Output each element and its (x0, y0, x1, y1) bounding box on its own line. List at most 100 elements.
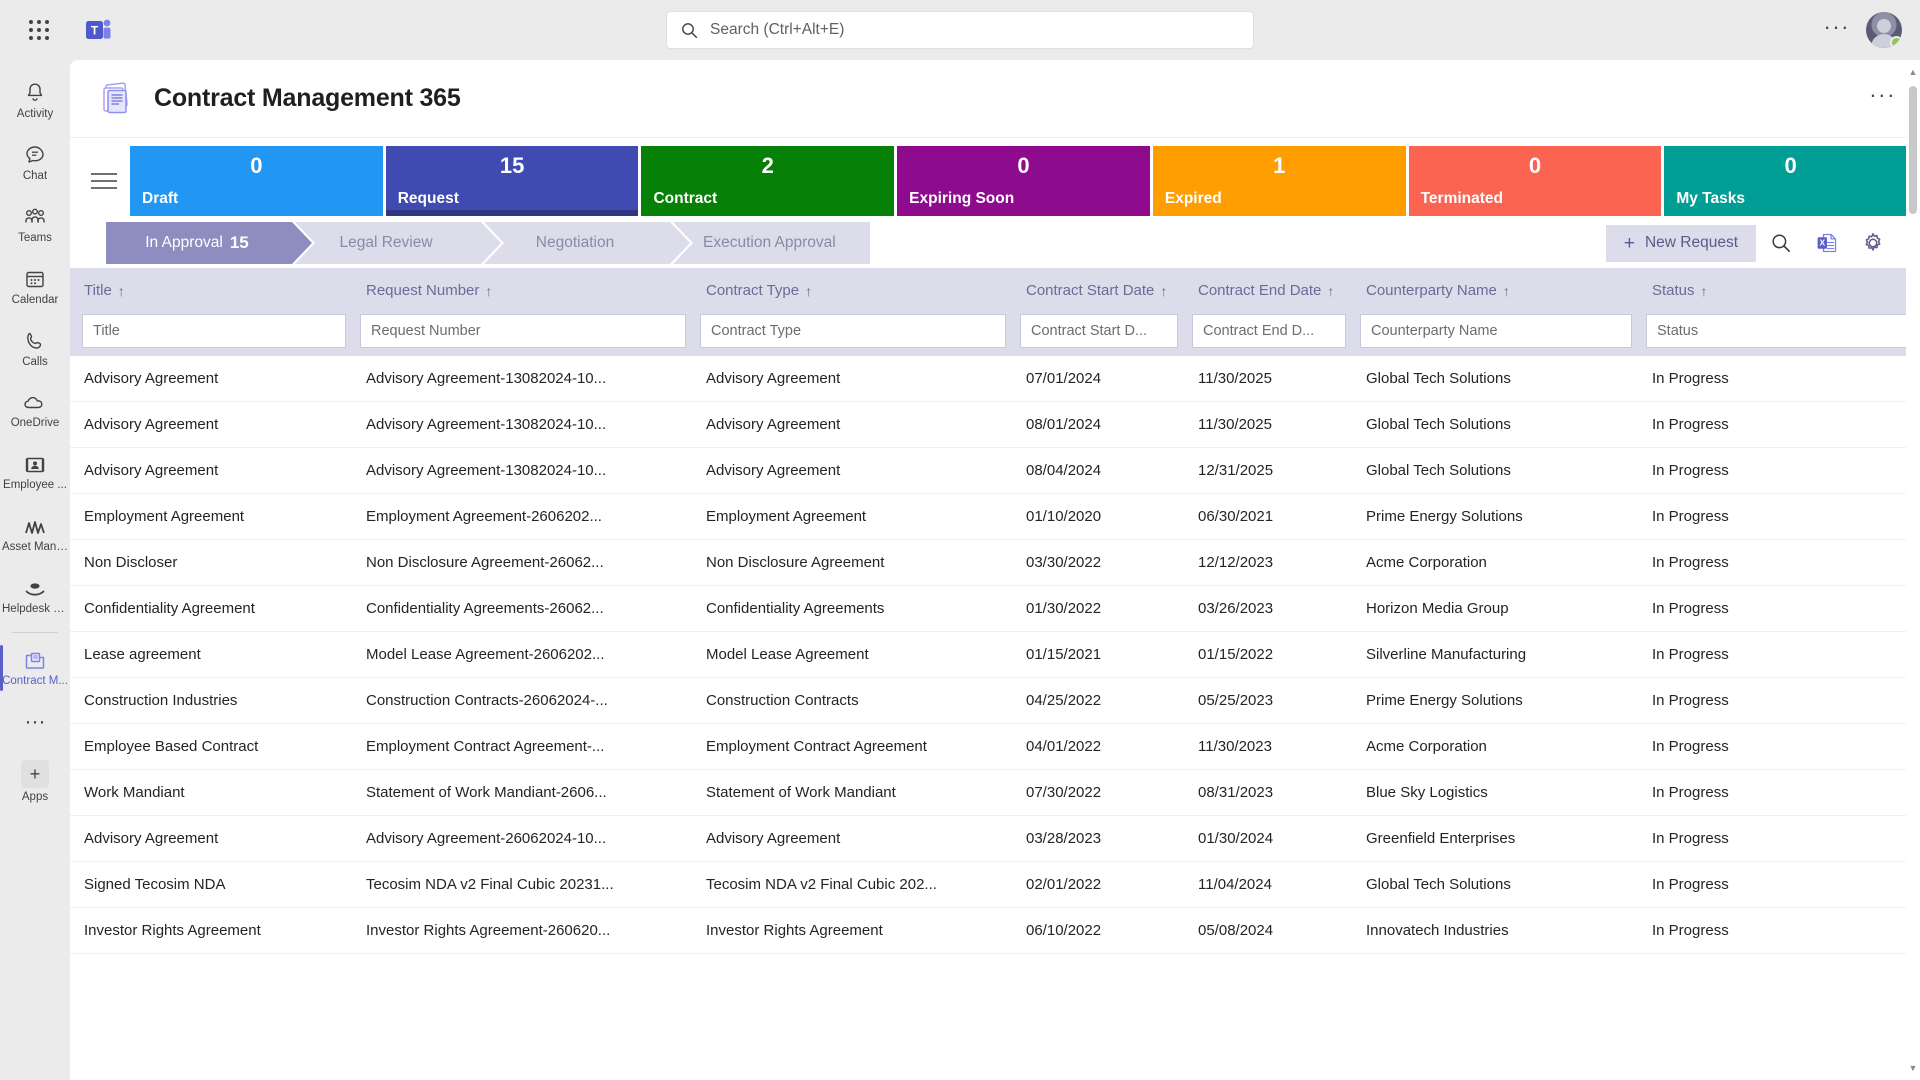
column-header-request-number[interactable]: Request Number ↑ (352, 268, 692, 314)
table-row[interactable]: Advisory Agreement Advisory Agreement-130… (70, 401, 1920, 448)
sidebar-item-chat[interactable]: Chat (0, 132, 70, 194)
people-icon (25, 208, 45, 223)
avatar[interactable] (1866, 12, 1902, 48)
column-header-status[interactable]: Status ↑ (1638, 268, 1920, 314)
stage-pipeline: In Approval 15 Legal Review Negotiation … (106, 222, 870, 264)
scroll-down-arrow-icon[interactable]: ▼ (1906, 1060, 1920, 1076)
kpi-tile-draft[interactable]: 0 Draft (130, 146, 383, 216)
kpi-tile-expired[interactable]: 1 Expired (1152, 146, 1406, 216)
table-cell-link[interactable]: Employment Agreement-2606202... (352, 493, 692, 540)
table-cell-link[interactable]: Investor Rights Agreement (70, 907, 352, 954)
table-row[interactable]: Advisory Agreement Advisory Agreement-260… (70, 815, 1920, 862)
sidebar-item-apps[interactable]: + Apps (0, 751, 70, 813)
sidebar-item-onedrive[interactable]: OneDrive (0, 380, 70, 442)
table-cell-link[interactable]: Construction Contracts-26062024-... (352, 677, 692, 724)
column-header-counterparty-name[interactable]: Counterparty Name ↑ (1352, 268, 1638, 314)
sidebar-item-employee[interactable]: Employee ... (0, 442, 70, 504)
table-cell-link[interactable]: Confidentiality Agreement (70, 585, 352, 632)
settings-button[interactable] (1852, 223, 1894, 263)
column-header-title[interactable]: Title ↑ (70, 268, 352, 314)
filter-input-request-number[interactable] (360, 314, 686, 348)
sidebar-item-asset-management[interactable]: Asset Mana... (0, 504, 70, 566)
table-cell-link[interactable]: Non Disclosure Agreement-26062... (352, 539, 692, 586)
table-cell-link[interactable]: Employment Agreement (70, 493, 352, 540)
stage-legal-review[interactable]: Legal Review (295, 222, 504, 264)
table-cell: Model Lease Agreement (692, 631, 1012, 678)
table-cell-link[interactable]: Advisory Agreement (70, 447, 352, 494)
sidebar-item-label: OneDrive (10, 417, 60, 429)
kpi-tile-request[interactable]: 15 Request (385, 146, 639, 216)
sort-asc-icon: ↑ (1160, 283, 1168, 299)
table-row[interactable]: Employment Agreement Employment Agreement… (70, 493, 1920, 540)
table-cell-link[interactable]: Tecosim NDA v2 Final Cubic 20231... (352, 861, 692, 908)
table-row[interactable]: Employee Based Contract Employment Contra… (70, 723, 1920, 770)
table-cell-link[interactable]: Construction Industries (70, 677, 352, 724)
column-header-contract-start-date[interactable]: Contract Start Date ↑ (1012, 268, 1184, 314)
table-cell-link[interactable]: Advisory Agreement-13082024-10... (352, 401, 692, 448)
table-cell-link[interactable]: Signed Tecosim NDA (70, 861, 352, 908)
filter-input-counterparty-name[interactable] (1360, 314, 1632, 348)
table-cell-link[interactable]: Confidentiality Agreements-26062... (352, 585, 692, 632)
scroll-up-arrow-icon[interactable]: ▲ (1906, 64, 1920, 80)
sidebar-item-teams[interactable]: Teams (0, 194, 70, 256)
sidebar-item-contract-management[interactable]: Contract M... (0, 637, 70, 699)
column-header-contract-type[interactable]: Contract Type ↑ (692, 268, 1012, 314)
stage-negotiation[interactable]: Negotiation (484, 222, 693, 264)
filter-input-contract-type[interactable] (700, 314, 1006, 348)
kpi-tile-expiring-soon[interactable]: 0 Expiring Soon (897, 146, 1150, 216)
filter-input-title[interactable] (82, 314, 346, 348)
table-cell-link[interactable]: Investor Rights Agreement-260620... (352, 907, 692, 954)
sidebar-item-activity[interactable]: Activity (0, 70, 70, 132)
filter-input-contract-end-date[interactable] (1192, 314, 1346, 348)
table-cell-link[interactable]: Employee Based Contract (70, 723, 352, 770)
table-row[interactable]: Work Mandiant Statement of Work Mandiant-… (70, 769, 1920, 816)
table-row[interactable]: Advisory Agreement Advisory Agreement-130… (70, 447, 1920, 494)
table-cell-link[interactable]: Advisory Agreement-26062024-10... (352, 815, 692, 862)
sidebar-item-calendar[interactable]: Calendar (0, 256, 70, 318)
table-cell-link[interactable]: Advisory Agreement (70, 356, 352, 402)
new-request-button[interactable]: + New Request (1605, 224, 1756, 262)
table-cell: Advisory Agreement (692, 401, 1012, 448)
table-cell-link[interactable]: Employment Contract Agreement-... (352, 723, 692, 770)
table-cell: Acme Corporation (1352, 723, 1638, 770)
stage-in-approval[interactable]: In Approval 15 (106, 222, 315, 264)
table-row[interactable]: Advisory Agreement Advisory Agreement-130… (70, 356, 1920, 402)
hamburger-icon[interactable] (78, 146, 130, 216)
table-cell: 05/25/2023 (1184, 677, 1352, 724)
stage-execution-approval[interactable]: Execution Approval (673, 222, 870, 264)
table-row[interactable]: Investor Rights Agreement Investor Rights… (70, 907, 1920, 954)
kpi-tile-terminated[interactable]: 0 Terminated (1408, 146, 1662, 216)
table-cell-link[interactable]: Statement of Work Mandiant-2606... (352, 769, 692, 816)
kpi-tile-contract[interactable]: 2 Contract (641, 146, 895, 216)
table-cell-link[interactable]: Advisory Agreement-13082024-10... (352, 356, 692, 402)
column-header-contract-end-date[interactable]: Contract End Date ↑ (1184, 268, 1352, 314)
filter-input-status[interactable] (1646, 314, 1914, 348)
sidebar-item-helpdesk[interactable]: Helpdesk 365 (0, 566, 70, 628)
kpi-tile-my-tasks[interactable]: 0 My Tasks (1664, 146, 1918, 216)
sidebar-more-button[interactable]: ··· (0, 699, 70, 745)
top-bar: T ··· (0, 0, 1920, 60)
app-more-button[interactable]: ··· (1869, 82, 1896, 116)
table-cell-link[interactable]: Work Mandiant (70, 769, 352, 816)
top-more-button[interactable]: ··· (1824, 16, 1850, 44)
table-row[interactable]: Confidentiality Agreement Confidentiality… (70, 585, 1920, 632)
global-search-bar[interactable] (666, 11, 1254, 49)
table-cell-link[interactable]: Advisory Agreement (70, 815, 352, 862)
table-cell-link[interactable]: Non Discloser (70, 539, 352, 586)
table-cell-link[interactable]: Lease agreement (70, 631, 352, 678)
table-cell-link[interactable]: Advisory Agreement (70, 401, 352, 448)
table-cell-link[interactable]: Model Lease Agreement-2606202... (352, 631, 692, 678)
table-row[interactable]: Non Discloser Non Disclosure Agreement-26… (70, 539, 1920, 586)
table-cell-link[interactable]: Advisory Agreement-13082024-10... (352, 447, 692, 494)
table-row[interactable]: Construction Industries Construction Cont… (70, 677, 1920, 724)
app-launcher-icon[interactable] (18, 9, 60, 51)
filter-input-contract-start-date[interactable] (1020, 314, 1178, 348)
table-row[interactable]: Lease agreement Model Lease Agreement-260… (70, 631, 1920, 678)
export-to-excel-button[interactable]: X (1806, 223, 1848, 263)
vertical-scrollbar[interactable]: ▲ ▼ (1906, 60, 1920, 1080)
scrollbar-thumb[interactable] (1909, 86, 1917, 214)
search-input[interactable] (710, 21, 1239, 39)
sidebar-item-calls[interactable]: Calls (0, 318, 70, 380)
table-row[interactable]: Signed Tecosim NDA Tecosim NDA v2 Final C… (70, 861, 1920, 908)
grid-search-button[interactable] (1760, 223, 1802, 263)
